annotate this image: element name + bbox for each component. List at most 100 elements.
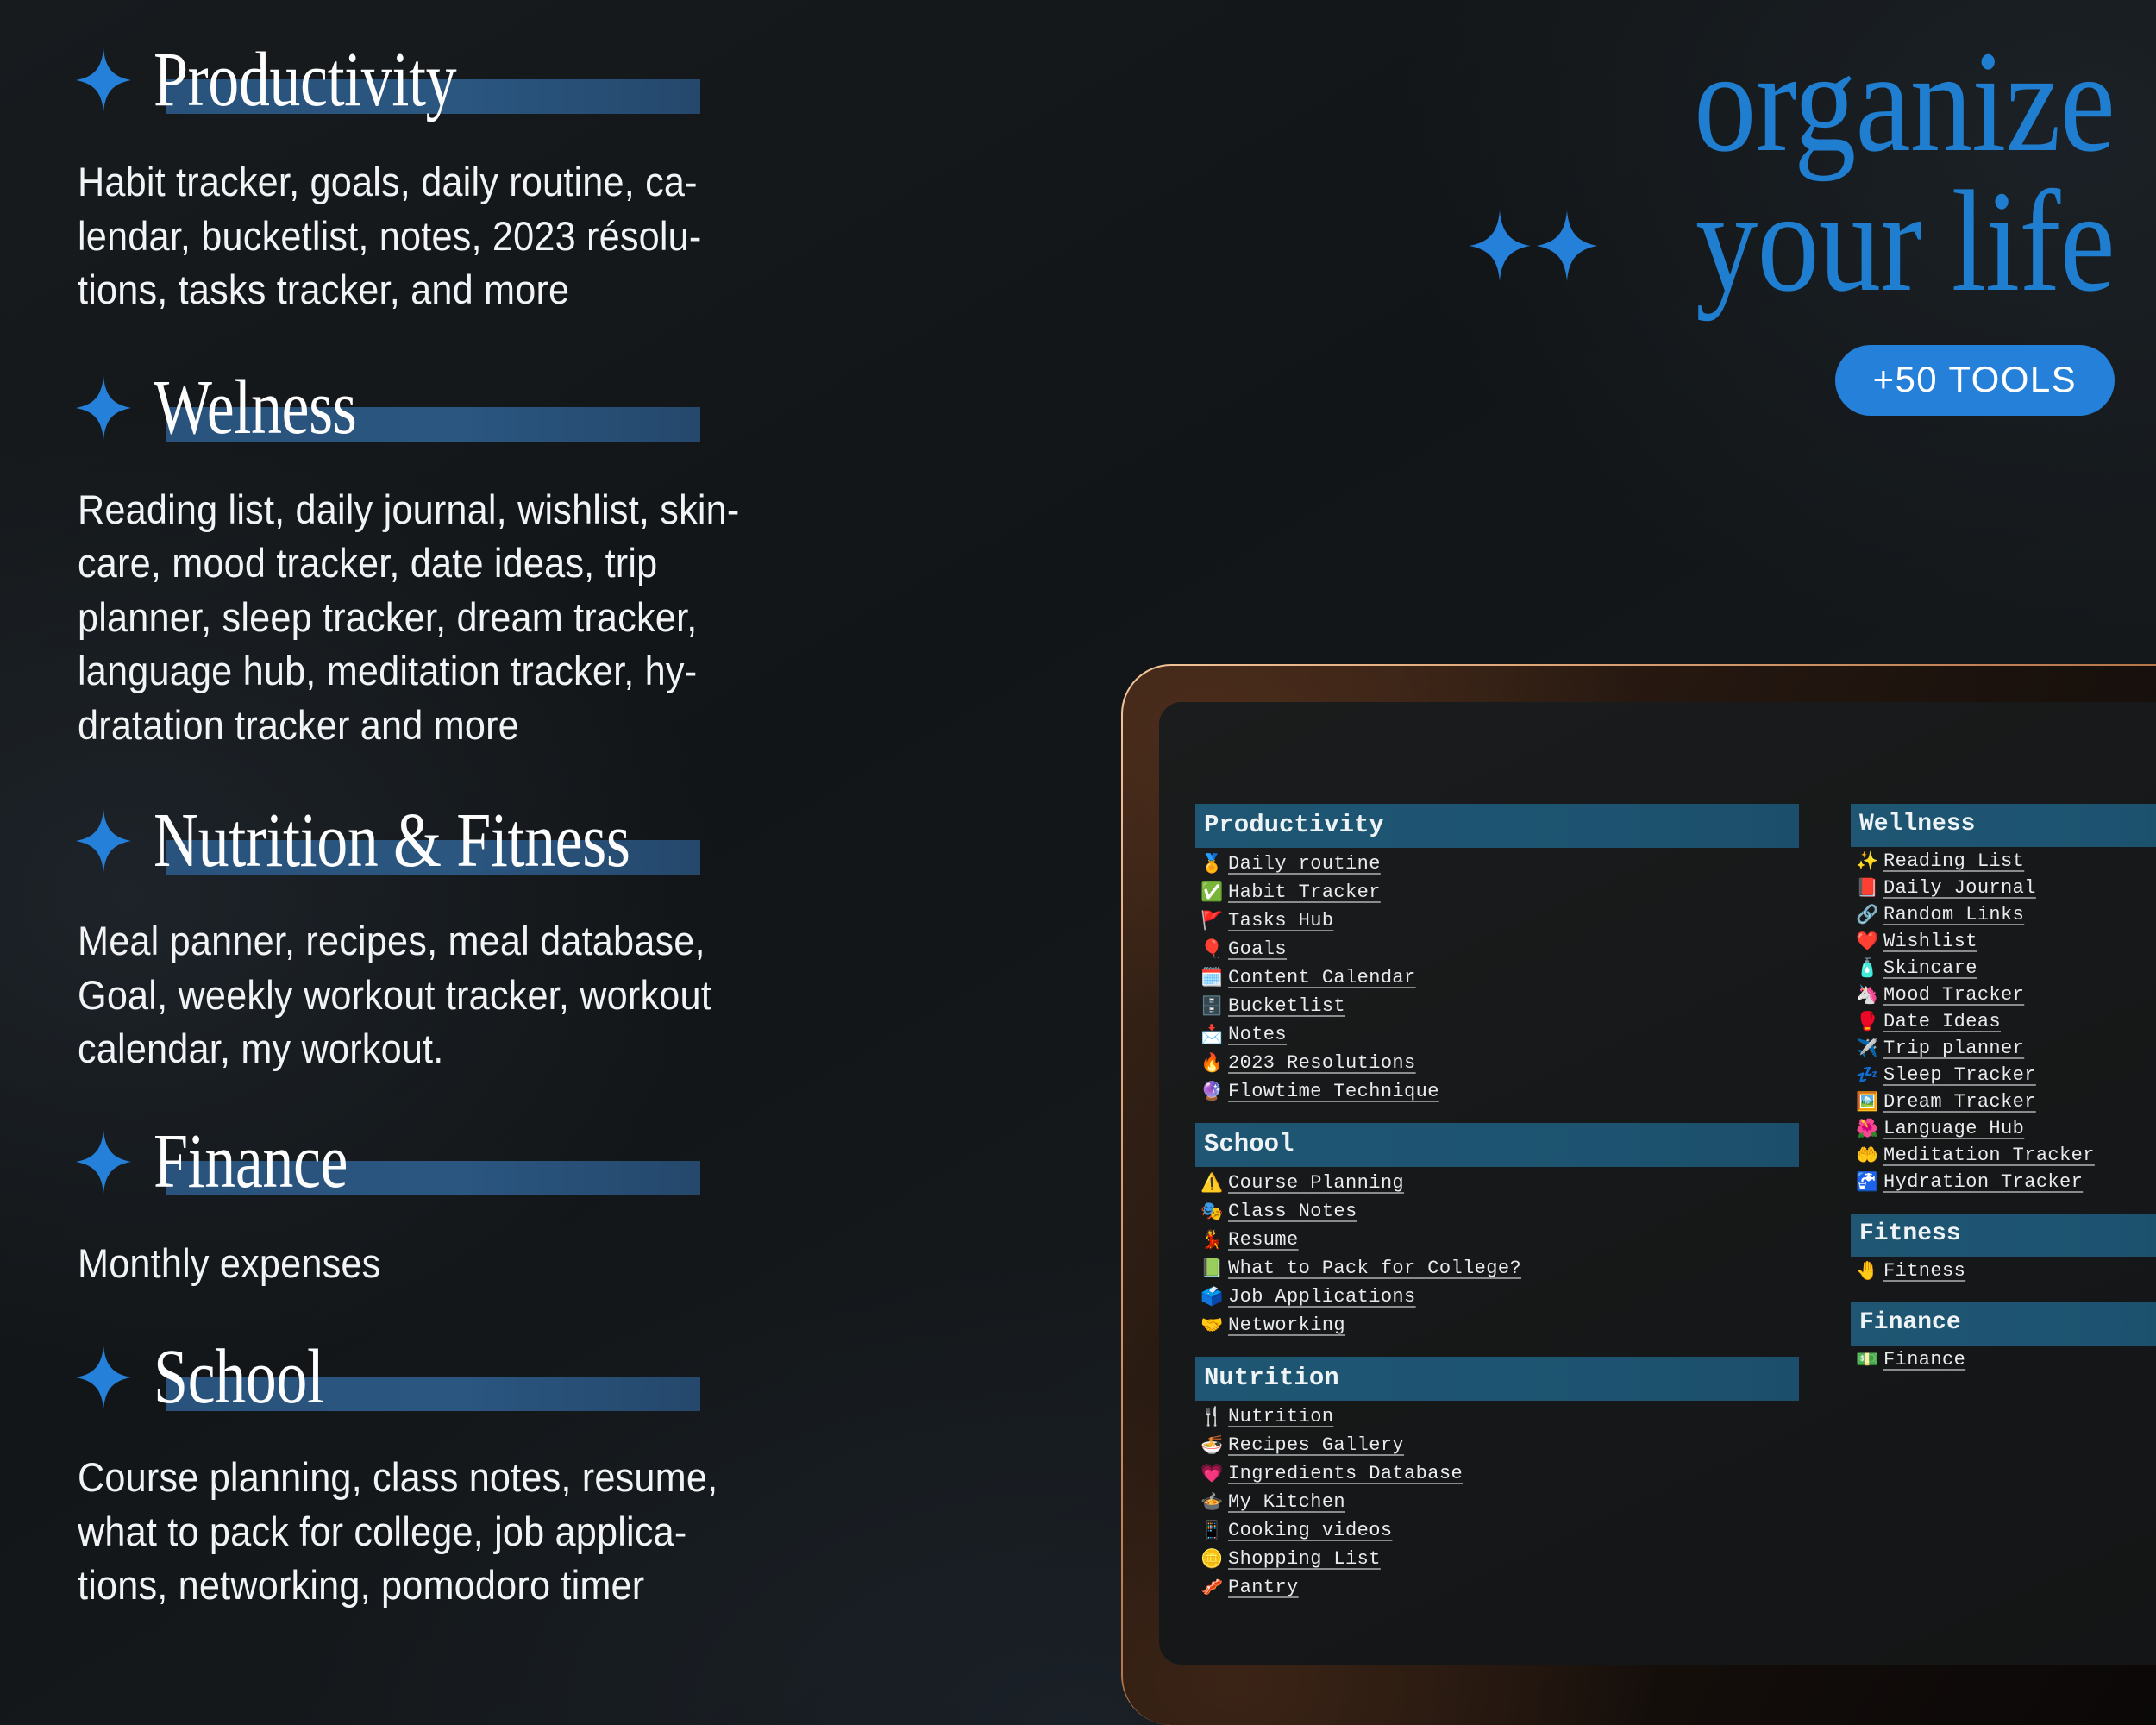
panel-link-label[interactable]: Language Hub [1883, 1118, 2024, 1139]
panel-link-item[interactable]: 🗳️ Job Applications [1195, 1281, 1799, 1309]
panel-link-label[interactable]: Habit Tracker [1228, 881, 1381, 903]
item-emoji-icon: ⚠️ [1200, 1173, 1224, 1193]
panel-link-item[interactable]: 🎈 Goals [1195, 933, 1799, 962]
item-emoji-icon: ✅ [1200, 882, 1224, 902]
panel-link-item[interactable]: 🎭 Class Notes [1195, 1195, 1799, 1224]
panel-link-item[interactable]: 🔗 Random Links [1851, 900, 2156, 927]
panel-link-item[interactable]: 📱 Cooking videos [1195, 1515, 1799, 1543]
panel-link-label[interactable]: Daily routine [1228, 853, 1381, 875]
panel-link-label[interactable]: Pantry [1228, 1577, 1299, 1598]
panel-link-item[interactable]: 🥓 Pantry [1195, 1571, 1799, 1600]
panel-link-item[interactable]: 🚰 Hydration Tracker [1851, 1168, 2156, 1195]
panel-link-item[interactable]: 💤 Sleep Tracker [1851, 1061, 2156, 1088]
panel-link-label[interactable]: Wishlist [1883, 931, 1977, 952]
panel-group: Nutrition 🍴 Nutrition 🍜 Recipes Gallery 💗 Ingr… [1195, 1357, 1799, 1600]
sparkle-icon [1469, 210, 1531, 282]
panel-link-label[interactable]: Class Notes [1228, 1201, 1357, 1222]
panel-link-label[interactable]: Date Ideas [1883, 1011, 2001, 1032]
panel-link-item[interactable]: 📕 Daily Journal [1851, 874, 2156, 900]
panel-link-label[interactable]: Tasks Hub [1228, 910, 1333, 932]
panel-link-label[interactable]: Cooking videos [1228, 1520, 1392, 1541]
section-heading: Productivity [154, 37, 457, 122]
panel-link-item[interactable]: 🗓️ Content Calendar [1195, 962, 1799, 990]
panel-link-item[interactable]: 🤚 Fitness [1851, 1257, 2156, 1283]
heading-row-finance: Finance [76, 1122, 1076, 1201]
panel-link-label[interactable]: Skincare [1883, 957, 1977, 979]
panel-link-label[interactable]: Random Links [1883, 904, 2024, 925]
panel-link-label[interactable]: 2023 Resolutions [1228, 1052, 1416, 1074]
panel-link-item[interactable]: ✨ Reading List [1851, 847, 2156, 874]
panel-link-label[interactable]: Reading List [1883, 850, 2024, 872]
panel-link-label[interactable]: Fitness [1883, 1260, 1965, 1282]
panel-link-label[interactable]: Course Planning [1228, 1172, 1404, 1194]
item-emoji-icon: 🎭 [1200, 1201, 1224, 1221]
panel-link-label[interactable]: Notes [1228, 1024, 1287, 1045]
section-body: Reading list, daily journal, wishlist, s… [78, 486, 740, 748]
panel-link-label[interactable]: Resume [1228, 1229, 1299, 1251]
panel-link-item[interactable]: ✅ Habit Tracker [1195, 876, 1799, 905]
panel-link-item[interactable]: 💵 Finance [1851, 1346, 2156, 1372]
section-productivity: Productivity Habit tracker, goals, daily… [76, 41, 1076, 317]
panel-link-label[interactable]: Content Calendar [1228, 967, 1416, 988]
panel-link-label[interactable]: My Kitchen [1228, 1491, 1345, 1513]
item-emoji-icon: 🤝 [1200, 1315, 1224, 1335]
panel-link-item[interactable]: 🤝 Networking [1195, 1309, 1799, 1338]
panel-link-item[interactable]: 🥊 Date Ideas [1851, 1007, 2156, 1034]
panel-column-right: Wellness ✨ Reading List 📕 Daily Journal 🔗 Rand… [1851, 804, 2156, 1391]
panel-link-item[interactable]: 🍲 My Kitchen [1195, 1486, 1799, 1515]
heading-wrap: Welness [154, 368, 700, 447]
panel-link-label[interactable]: Finance [1883, 1349, 1965, 1371]
item-emoji-icon: 🏅 [1200, 854, 1224, 874]
panel-link-label[interactable]: Nutrition [1228, 1406, 1333, 1427]
panel-link-item[interactable]: 🚩 Tasks Hub [1195, 905, 1799, 933]
panel-link-label[interactable]: Networking [1228, 1314, 1345, 1336]
panel-link-label[interactable]: Mood Tracker [1883, 984, 2024, 1006]
panel-link-item[interactable]: 🧴 Skincare [1851, 954, 2156, 981]
panel-link-label[interactable]: Meditation Tracker [1883, 1145, 2095, 1166]
panel-link-label[interactable]: Ingredients Database [1228, 1463, 1463, 1484]
panel-link-label[interactable]: Sleep Tracker [1883, 1064, 2036, 1086]
panel-group-header: Wellness [1851, 804, 2156, 847]
panel-link-item[interactable]: 🤲 Meditation Tracker [1851, 1141, 2156, 1168]
section-heading: Nutrition & Fitness [154, 798, 630, 883]
item-emoji-icon: 🧴 [1856, 958, 1879, 978]
panel-link-label[interactable]: Dream Tracker [1883, 1091, 2036, 1113]
panel-link-label[interactable]: Shopping List [1228, 1548, 1381, 1570]
panel-link-item[interactable]: 🦄 Mood Tracker [1851, 981, 2156, 1007]
section-finance: Finance Monthly expenses [76, 1122, 1076, 1291]
panel-link-item[interactable]: 🔥 2023 Resolutions [1195, 1047, 1799, 1076]
panel-link-item[interactable]: 📩 Notes [1195, 1019, 1799, 1047]
panel-link-item[interactable]: 🖼️ Dream Tracker [1851, 1088, 2156, 1114]
panel-link-label[interactable]: Flowtime Technique [1228, 1081, 1439, 1102]
panel-link-item[interactable]: 💃 Resume [1195, 1224, 1799, 1252]
panel-link-item[interactable]: 🏅 Daily routine [1195, 848, 1799, 876]
tablet-screen: Productivity 🏅 Daily routine ✅ Habit Tracker… [1159, 702, 2156, 1665]
panel-link-item[interactable]: 🍜 Recipes Gallery [1195, 1429, 1799, 1458]
panel-link-item[interactable]: 📗 What to Pack for College? [1195, 1252, 1799, 1281]
panel-link-label[interactable]: Bucketlist [1228, 995, 1345, 1017]
panel-link-item[interactable]: 🔮 Flowtime Technique [1195, 1076, 1799, 1104]
tools-badge: +50 TOOLS [1834, 345, 2115, 417]
panel-link-item[interactable]: 🪙 Shopping List [1195, 1543, 1799, 1571]
item-emoji-icon: 📗 [1200, 1258, 1224, 1278]
panel-link-item[interactable]: ⚠️ Course Planning [1195, 1167, 1799, 1195]
sparkle-icon [76, 375, 131, 440]
item-emoji-icon: 💃 [1200, 1230, 1224, 1250]
heading-row-school: School [76, 1339, 1076, 1416]
panel-link-label[interactable]: Trip planner [1883, 1038, 2024, 1059]
panel-link-item[interactable]: 🗄️ Bucketlist [1195, 990, 1799, 1019]
panel-link-item[interactable]: 🍴 Nutrition [1195, 1401, 1799, 1429]
panel-group: School ⚠️ Course Planning 🎭 Class Notes 💃 Resu… [1195, 1123, 1799, 1338]
panel-link-label[interactable]: Daily Journal [1883, 877, 2036, 899]
panel-link-item[interactable]: 💗 Ingredients Database [1195, 1458, 1799, 1486]
panel-link-item[interactable]: ❤️ Wishlist [1851, 927, 2156, 954]
item-emoji-icon: 📩 [1200, 1025, 1224, 1044]
panel-link-item[interactable]: 🌺 Language Hub [1851, 1114, 2156, 1141]
item-emoji-icon: 🍴 [1200, 1407, 1224, 1427]
panel-link-label[interactable]: Job Applications [1228, 1286, 1416, 1308]
panel-link-label[interactable]: Hydration Tracker [1883, 1171, 2083, 1193]
panel-link-label[interactable]: What to Pack for College? [1228, 1258, 1521, 1279]
panel-link-label[interactable]: Recipes Gallery [1228, 1434, 1404, 1456]
panel-link-label[interactable]: Goals [1228, 938, 1287, 960]
panel-link-item[interactable]: ✈️ Trip planner [1851, 1034, 2156, 1061]
